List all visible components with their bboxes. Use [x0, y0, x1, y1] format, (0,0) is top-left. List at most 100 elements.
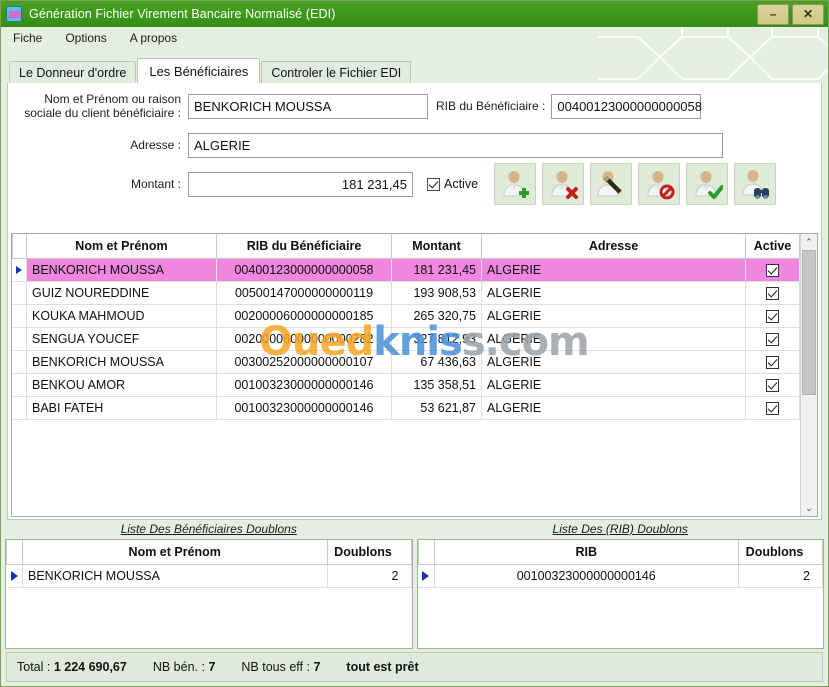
row-indicator-header: [12, 234, 27, 259]
active-cell-checkbox[interactable]: [766, 355, 779, 369]
user-edit-icon: [597, 171, 624, 197]
cell-active[interactable]: [745, 396, 800, 420]
status-nb-ben-label: NB bén. :: [152, 660, 205, 674]
status-nb-tous-eff: NB tous eff : 7: [241, 660, 320, 674]
status-ready-message: tout est prêt: [346, 660, 419, 674]
close-button[interactable]: ✕: [792, 3, 824, 25]
table-row[interactable]: GUIZ NOUREDDINE 00500147000000000119 193…: [12, 281, 800, 305]
rib-input[interactable]: 00400123000000000058: [551, 93, 702, 119]
tab-le-donneur-d-ordre[interactable]: Le Donneur d'ordre: [9, 61, 137, 83]
cell-active[interactable]: [745, 373, 800, 397]
column-header-adresse[interactable]: Adresse: [481, 234, 746, 259]
cell-adresse: ALGERIE: [481, 327, 746, 351]
address-input[interactable]: ALGERIE: [188, 132, 723, 158]
duplicate-ribs-title: Liste Des (RIB) Doublons: [552, 522, 688, 536]
table-row[interactable]: KOUKA MAHMOUD 00200006000000000185 265 3…: [12, 304, 800, 328]
row-indicator: [12, 396, 27, 420]
add-beneficiary-button[interactable]: [494, 163, 537, 205]
table-row[interactable]: BABI FATEH 00100323000000000146 53 621,8…: [12, 396, 800, 420]
table-header-row: RIB Doublons: [417, 540, 823, 565]
table-row[interactable]: BENKORICH MOUSSA 00400123000000000058 18…: [12, 258, 800, 282]
table-row[interactable]: BENKORICH MOUSSA 00300252000000000107 67…: [12, 350, 800, 374]
tab-controler-le-fichier-edi[interactable]: Controler le Fichier EDI: [261, 61, 412, 83]
column-header-active[interactable]: Active: [745, 234, 800, 259]
table-row[interactable]: 00100323000000000146 2: [418, 564, 823, 588]
cell-active[interactable]: [745, 350, 800, 374]
table-row[interactable]: BENKOU AMOR 00100323000000000146 135 358…: [12, 373, 800, 397]
column-header-nom[interactable]: Nom et Prénom: [22, 540, 328, 565]
column-header-rib[interactable]: RIB: [433, 540, 739, 565]
row-indicator: [12, 304, 27, 328]
active-cell-checkbox[interactable]: [766, 286, 779, 300]
search-beneficiary-button[interactable]: [734, 163, 777, 205]
minimize-button[interactable]: –: [757, 3, 789, 25]
table-header-row: Nom et Prénom RIB du Bénéficiaire Montan…: [12, 234, 800, 259]
status-total-value: 1 224 690,67: [53, 660, 127, 674]
name-input[interactable]: BENKORICH MOUSSA: [188, 93, 428, 119]
table-row[interactable]: SENGUA YOUCEF 00200006000000000282 327 8…: [12, 327, 800, 351]
column-header-doublons[interactable]: Doublons: [326, 540, 412, 565]
validate-beneficiary-button[interactable]: [686, 163, 729, 205]
status-total-label: Total :: [17, 660, 51, 674]
cell-active[interactable]: [745, 327, 800, 351]
row-indicator: [12, 373, 27, 397]
scroll-down-button[interactable]: ⌄: [801, 500, 817, 516]
user-add-icon: [503, 171, 530, 198]
status-nb-tous-value: 7: [313, 660, 321, 674]
active-cell-checkbox[interactable]: [766, 332, 779, 346]
row-indicator: [12, 258, 27, 282]
duplicate-names-table: Nom et Prénom Doublons BENKORICH MOUSSA …: [6, 540, 412, 588]
scrollbar-thumb[interactable]: [802, 250, 816, 395]
scroll-up-button[interactable]: ⌃: [801, 234, 817, 250]
amount-input[interactable]: 181 231,45: [188, 171, 413, 197]
cell-active[interactable]: [745, 281, 800, 305]
table-row[interactable]: BENKORICH MOUSSA 2: [6, 564, 412, 588]
user-block-icon: [647, 171, 675, 200]
grid-empty-area: [12, 419, 800, 516]
menu-item-a-propos[interactable]: A propos: [127, 30, 180, 46]
disable-beneficiary-button[interactable]: [638, 163, 681, 205]
active-cell-checkbox[interactable]: [766, 263, 779, 277]
column-header-rib[interactable]: RIB du Bénéficiaire: [216, 234, 392, 259]
cell-rib: 00300252000000000107: [216, 350, 392, 374]
title-bar: Génération Fichier Virement Bancaire Nor…: [1, 1, 828, 27]
cell-rib: 00100323000000000146: [216, 396, 392, 420]
window-controls: – ✕: [757, 3, 824, 25]
active-cell-checkbox[interactable]: [766, 309, 779, 323]
cell-rib: 00200006000000000282: [216, 327, 392, 351]
duplicate-ribs-panel: Liste Des (RIB) Doublons RIB Doublons 00: [416, 520, 824, 649]
cell-active[interactable]: [745, 258, 800, 282]
column-header-nom[interactable]: Nom et Prénom: [26, 234, 217, 259]
delete-beneficiary-button[interactable]: [542, 163, 585, 205]
tab-strip: Le Donneur d'ordre Les Bénéficiaires Con…: [9, 58, 828, 83]
scrollbar-track[interactable]: [801, 250, 817, 500]
window-title: Génération Fichier Virement Bancaire Nor…: [29, 7, 336, 21]
edit-beneficiary-button[interactable]: [590, 163, 633, 205]
active-checkbox-wrapper[interactable]: Active: [427, 177, 478, 191]
active-cell-checkbox[interactable]: [766, 378, 779, 392]
menu-item-options[interactable]: Options: [62, 30, 109, 46]
column-header-doublons[interactable]: Doublons: [738, 540, 823, 565]
beneficiaries-grid-body: Nom et Prénom RIB du Bénéficiaire Montan…: [12, 234, 800, 516]
cell-active[interactable]: [745, 304, 800, 328]
menu-item-fiche[interactable]: Fiche: [10, 30, 45, 46]
grid-vertical-scrollbar[interactable]: ⌃ ⌄: [800, 234, 817, 516]
form-row-address: Adresse : ALGERIE: [8, 130, 821, 160]
row-indicator-arrow-icon: [10, 570, 18, 581]
user-delete-icon: [551, 171, 579, 199]
application-window: Génération Fichier Virement Bancaire Nor…: [0, 0, 829, 687]
status-bar: Total : 1 224 690,67 NB bén. : 7 NB tous…: [6, 652, 823, 682]
cell-nom: BENKORICH MOUSSA: [22, 564, 328, 588]
duplicate-names-grid: Nom et Prénom Doublons BENKORICH MOUSSA …: [5, 539, 413, 649]
active-cell-checkbox[interactable]: [766, 401, 779, 415]
cell-nom: BENKORICH MOUSSA: [26, 350, 217, 374]
name-label-line2: sociale du client bénéficiaire :: [24, 106, 181, 120]
tab-les-beneficiaires[interactable]: Les Bénéficiaires: [137, 58, 261, 83]
cell-montant: 135 358,51: [391, 373, 482, 397]
row-indicator: [418, 564, 435, 588]
column-header-montant[interactable]: Montant: [391, 234, 482, 259]
cell-montant: 181 231,45: [391, 258, 482, 282]
active-checkbox[interactable]: [427, 177, 440, 191]
name-label: Nom et Prénom ou raison sociale du clien…: [8, 92, 188, 120]
cell-montant: 327 812,93: [391, 327, 482, 351]
